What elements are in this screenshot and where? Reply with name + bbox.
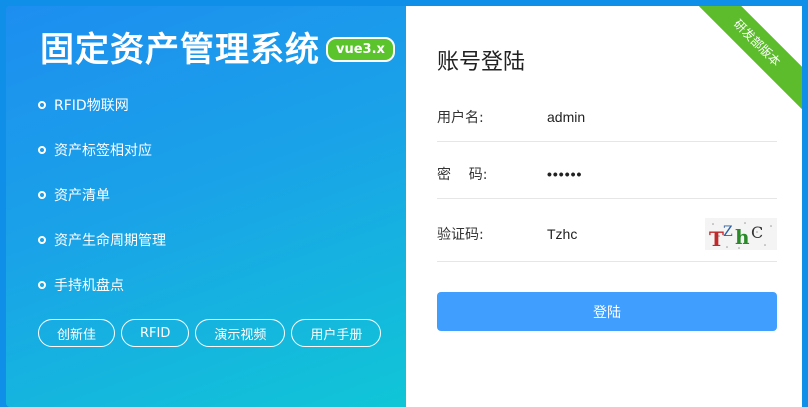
feature-item: 资产标签相对应 [38,127,166,172]
feature-item: 手持机盘点 [38,262,166,307]
captcha-image[interactable]: T Z h C [705,217,777,250]
captcha-char-2: Z [723,224,733,240]
captcha-input[interactable] [547,225,697,242]
login-card: 研发部版本 账号登陆 用户名: 密 码: •••••• 验证码: T Z h C [406,6,802,407]
captcha-char-3: h [735,225,750,249]
username-row: 用户名: [437,92,777,142]
app-title: 固定资产管理系统 [40,30,320,70]
captcha-char-1: T [709,227,724,250]
password-input[interactable]: •••••• [547,166,697,182]
feature-item: RFID物联网 [38,82,166,127]
link-chuangxinjia-button[interactable]: 创新佳 [38,319,116,347]
bullet-icon [38,280,46,289]
username-input[interactable] [547,108,697,125]
feature-item: 资产生命周期管理 [38,217,166,262]
version-badge: vue3.x [326,37,395,62]
username-label: 用户名: [437,109,484,126]
bullet-icon [38,235,46,244]
captcha-label: 验证码: [437,226,484,243]
link-rfid-button[interactable]: RFID [121,319,190,347]
password-label: 密 码: [437,166,488,183]
link-demo-video-button[interactable]: 演示视频 [195,319,286,347]
link-user-manual-button[interactable]: 用户手册 [291,319,382,347]
captcha-row: 验证码: T Z h C [437,206,777,262]
link-buttons: 创新佳 RFID 演示视频 用户手册 [38,319,382,347]
bullet-icon [38,145,46,154]
captcha-graphic: T Z h C [709,221,772,250]
promo-panel: 固定资产管理系统 vue3.x RFID物联网 资产标签相对应 资产清单 资产生… [6,6,406,407]
bullet-icon [38,190,46,199]
brand: 固定资产管理系统 vue3.x [40,22,395,71]
feature-list: RFID物联网 资产标签相对应 资产清单 资产生命周期管理 手持机盘点 [38,82,166,307]
login-title: 账号登陆 [437,50,526,75]
bullet-icon [38,100,46,109]
password-row: 密 码: •••••• [437,149,777,199]
feature-item: 资产清单 [38,172,166,217]
login-button[interactable]: 登陆 [437,292,777,331]
